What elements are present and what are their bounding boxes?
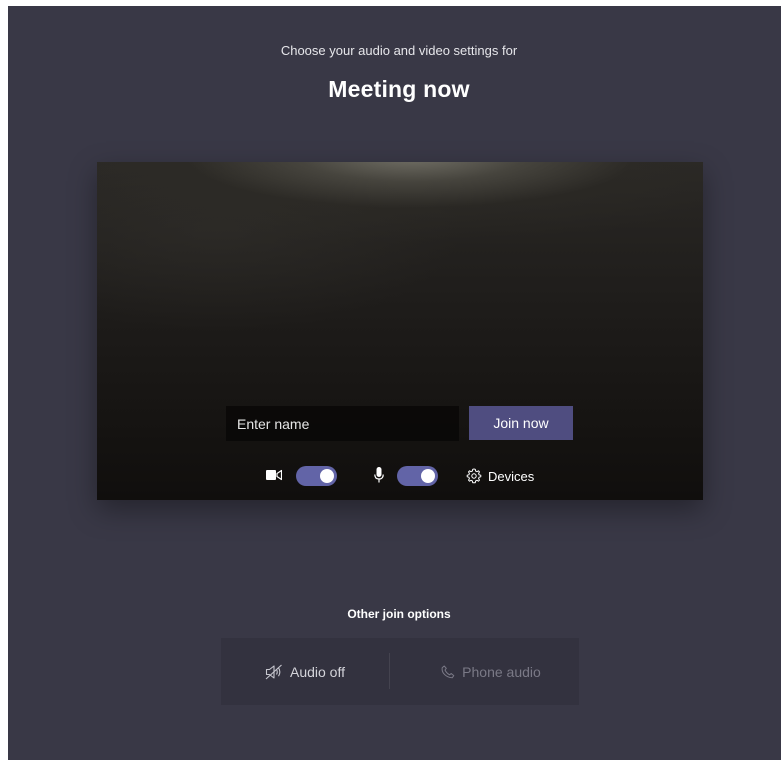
device-controls: Devices <box>97 464 703 488</box>
options-divider <box>389 653 390 689</box>
devices-button[interactable]: Devices <box>466 466 534 486</box>
settings-subtitle: Choose your audio and video settings for <box>280 43 518 58</box>
meeting-title: Meeting now <box>328 76 470 102</box>
devices-label: Devices <box>488 468 535 484</box>
microphone-icon <box>374 467 384 483</box>
phone-audio-label: Phone audio <box>462 663 541 680</box>
camera-feed <box>97 162 703 500</box>
video-preview: Join now Devices <box>97 162 703 500</box>
microphone-toggle[interactable] <box>397 466 438 486</box>
join-now-button[interactable]: Join now <box>469 406 573 440</box>
speaker-off-icon <box>265 664 282 679</box>
other-join-options-title: Other join options <box>347 607 451 621</box>
camera-toggle[interactable] <box>296 466 337 486</box>
gear-icon <box>466 468 482 484</box>
phone-audio-option[interactable]: Phone audio <box>403 638 579 705</box>
audio-off-label: Audio off <box>289 663 345 680</box>
audio-off-option[interactable]: Audio off <box>221 638 389 705</box>
video-camera-icon <box>266 469 282 481</box>
microphone-toggle-knob <box>421 469 435 483</box>
other-join-options: Audio off Phone audio <box>221 638 579 705</box>
name-input[interactable] <box>226 406 459 441</box>
prejoin-screen: Choose your audio and video settings for… <box>8 6 781 760</box>
phone-icon <box>441 665 455 678</box>
camera-toggle-knob <box>320 469 334 483</box>
